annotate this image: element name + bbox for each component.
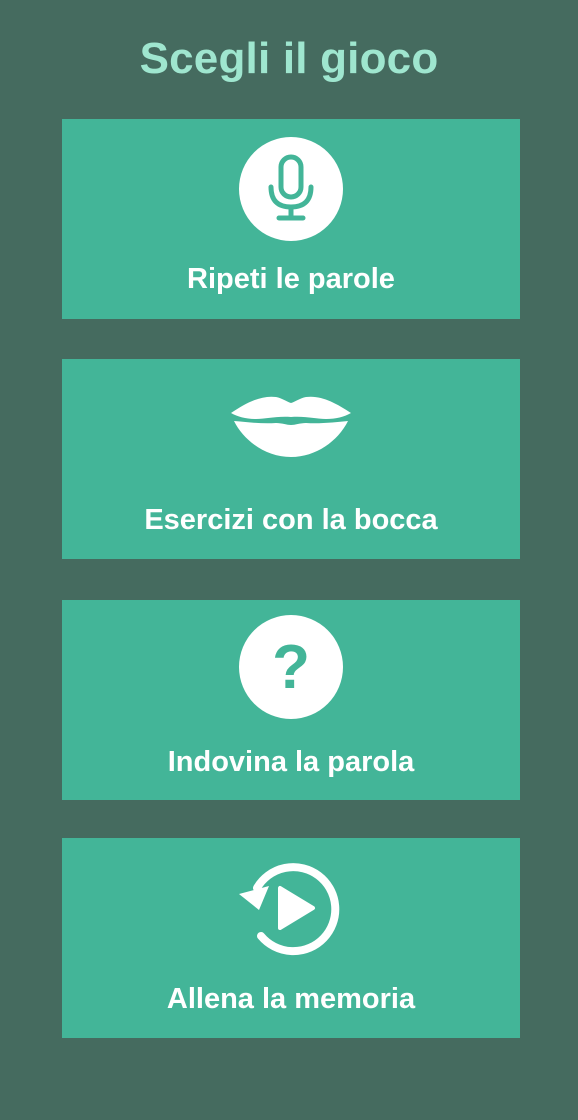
- game-card-repeat-words[interactable]: Ripeti le parole: [62, 119, 520, 319]
- game-label: Esercizi con la bocca: [144, 504, 438, 536]
- game-card-guess-word[interactable]: ? Indovina la parola: [62, 600, 520, 800]
- icon-container: [62, 137, 520, 241]
- icon-container: ?: [62, 615, 520, 719]
- question-mark-glyph: ?: [272, 633, 310, 702]
- game-label: Allena la memoria: [166, 983, 416, 1015]
- icon-container: [62, 850, 520, 960]
- icon-container: [62, 389, 520, 469]
- game-label: Indovina la parola: [167, 746, 415, 778]
- game-card-train-memory[interactable]: Allena la memoria: [62, 838, 520, 1038]
- game-card-mouth-exercises[interactable]: Esercizi con la bocca: [62, 359, 520, 559]
- page-title: Scegli il gioco: [139, 34, 439, 83]
- game-label: Ripeti le parole: [187, 263, 395, 295]
- lips-icon: [231, 396, 351, 457]
- question-mark-icon: ?: [239, 615, 343, 719]
- microphone-icon: [239, 137, 343, 241]
- replay-icon: [239, 863, 340, 956]
